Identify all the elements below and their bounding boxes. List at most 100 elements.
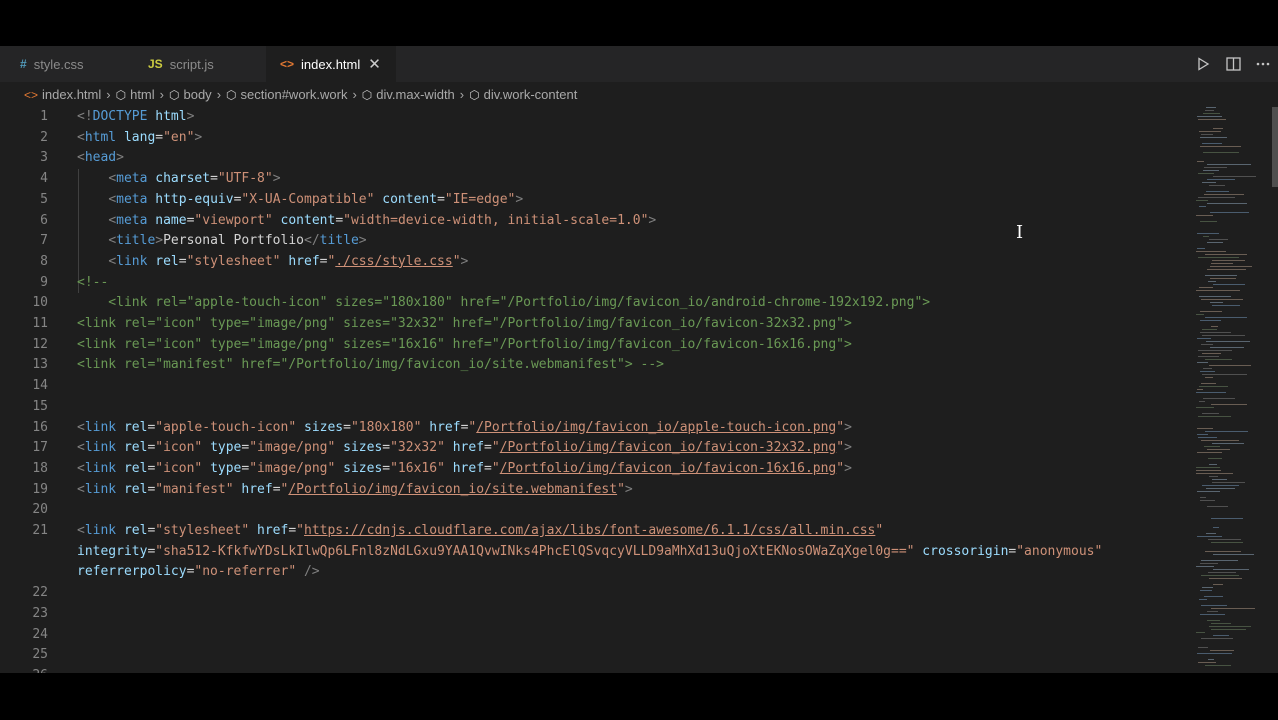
minimap-line bbox=[1196, 467, 1220, 468]
code-token: lang bbox=[123, 129, 156, 145]
chevron-right-icon: › bbox=[216, 87, 222, 102]
minimap-line bbox=[1200, 137, 1227, 138]
code-token: /> bbox=[303, 564, 320, 580]
minimap-line bbox=[1210, 302, 1223, 303]
minimap-line bbox=[1207, 269, 1246, 270]
code-token: html bbox=[84, 129, 117, 145]
minimap-line bbox=[1200, 311, 1222, 312]
tab-label: style.css bbox=[33, 56, 84, 72]
code-token: "icon" bbox=[155, 440, 203, 456]
breadcrumb-item-file[interactable]: <> index.html bbox=[24, 87, 101, 102]
minimap-line bbox=[1209, 476, 1218, 477]
minimap-line bbox=[1212, 260, 1245, 261]
minimap-line bbox=[1202, 335, 1245, 336]
code-token: "UTF-8" bbox=[217, 171, 273, 187]
breadcrumb-item-html[interactable]: ⬡ html bbox=[116, 87, 155, 102]
code-token: " bbox=[452, 253, 461, 269]
code-token: "no-referrer" bbox=[194, 564, 297, 580]
minimap-line bbox=[1213, 176, 1256, 177]
code-token: link bbox=[84, 440, 117, 456]
minimap-line bbox=[1201, 605, 1227, 606]
code-token: rel bbox=[123, 440, 148, 456]
minimap-line bbox=[1207, 203, 1247, 204]
code-token: meta bbox=[116, 191, 148, 207]
breadcrumb-item-section[interactable]: ⬡ section#work.work bbox=[226, 87, 347, 102]
element-icon: ⬡ bbox=[469, 87, 480, 102]
run-icon[interactable] bbox=[1194, 55, 1212, 73]
minimap-line bbox=[1212, 443, 1244, 444]
html-file-icon: <> bbox=[280, 57, 295, 71]
minimap-line bbox=[1196, 314, 1204, 315]
code-token: = bbox=[343, 419, 351, 435]
code-token: > bbox=[648, 212, 657, 228]
breadcrumb-item-div-max-width[interactable]: ⬡ div.max-width bbox=[362, 87, 455, 102]
code-token: rel bbox=[123, 419, 148, 435]
code-token: > bbox=[844, 419, 852, 435]
code-token: http-equiv bbox=[155, 191, 234, 207]
code-token: <link rel="manifest" href="/Portfolio/im… bbox=[77, 357, 664, 373]
tab-style-css[interactable]: # style.css bbox=[0, 46, 133, 82]
code-line: <link rel="stylesheet" href="./css/style… bbox=[77, 252, 468, 273]
minimap-line bbox=[1201, 560, 1238, 561]
code-token: = bbox=[484, 440, 492, 456]
line-number: 10 bbox=[32, 295, 48, 311]
minimap-line bbox=[1202, 182, 1216, 183]
minimap-line bbox=[1210, 650, 1234, 651]
code-token: < bbox=[77, 460, 85, 476]
breadcrumb-item-body[interactable]: ⬡ body bbox=[169, 87, 212, 102]
minimap-line bbox=[1197, 653, 1232, 654]
minimap-line bbox=[1213, 527, 1219, 528]
minimap-line bbox=[1196, 407, 1214, 408]
breadcrumb-item-div-work-content[interactable]: ⬡ div.work-content bbox=[469, 87, 577, 102]
minimap-line bbox=[1206, 488, 1235, 489]
code-token: "viewport" bbox=[194, 212, 273, 228]
code-token: /Portfolio/img/favicon_io/favicon-16x16.… bbox=[499, 460, 837, 476]
code-token: "stylesheet" bbox=[186, 253, 281, 269]
minimap-line bbox=[1207, 449, 1230, 450]
close-tab-icon[interactable]: ✕ bbox=[368, 55, 381, 73]
minimap-line bbox=[1204, 194, 1244, 195]
code-token: href bbox=[288, 253, 320, 269]
tab-index-html[interactable]: <> index.html ✕ bbox=[266, 46, 396, 82]
minimap-line bbox=[1201, 134, 1213, 135]
code-token: "X-UA-Compatible" bbox=[241, 191, 375, 207]
vertical-scrollbar[interactable] bbox=[1272, 107, 1278, 187]
code-line: <title>Personal Portfolio</title> bbox=[77, 231, 366, 252]
minimap-line bbox=[1208, 281, 1216, 282]
minimap-line bbox=[1202, 374, 1247, 375]
code-line: integrity="sha512-KfkfwYDsLkIlwQp6LFnl8z… bbox=[77, 542, 1102, 563]
minimap[interactable] bbox=[1196, 107, 1276, 673]
code-token: <!-- bbox=[77, 274, 109, 290]
code-line: <link rel="apple-touch-icon" sizes="180x… bbox=[77, 293, 930, 314]
minimap-line bbox=[1202, 587, 1213, 588]
more-icon[interactable] bbox=[1254, 55, 1272, 73]
code-token: </ bbox=[304, 233, 320, 249]
element-icon: ⬡ bbox=[361, 87, 373, 102]
tab-script-js[interactable]: JS script.js bbox=[133, 46, 266, 82]
code-line: <!-- bbox=[77, 273, 108, 294]
code-token: = bbox=[272, 481, 281, 497]
html-file-icon: <> bbox=[24, 87, 39, 102]
minimap-line bbox=[1210, 212, 1249, 213]
code-token: ./css/style.css bbox=[335, 253, 453, 269]
code-token: > bbox=[116, 150, 124, 166]
code-editor[interactable]: # style.css JS script.js <> index.html ✕… bbox=[0, 46, 1278, 673]
code-token: "manifest" bbox=[155, 481, 234, 497]
code-token: integrity bbox=[77, 543, 148, 559]
line-number: 18 bbox=[32, 460, 48, 476]
minimap-line bbox=[1199, 386, 1228, 387]
minimap-line bbox=[1209, 578, 1242, 579]
code-token: html bbox=[155, 109, 187, 124]
code-token: "16x16" bbox=[390, 460, 445, 476]
code-token: link bbox=[116, 253, 148, 269]
minimap-line bbox=[1197, 389, 1203, 390]
code-token: < bbox=[108, 212, 117, 228]
code-token: content bbox=[382, 191, 438, 207]
minimap-line bbox=[1197, 161, 1204, 162]
split-editor-icon[interactable] bbox=[1224, 55, 1242, 73]
minimap-line bbox=[1201, 575, 1239, 576]
